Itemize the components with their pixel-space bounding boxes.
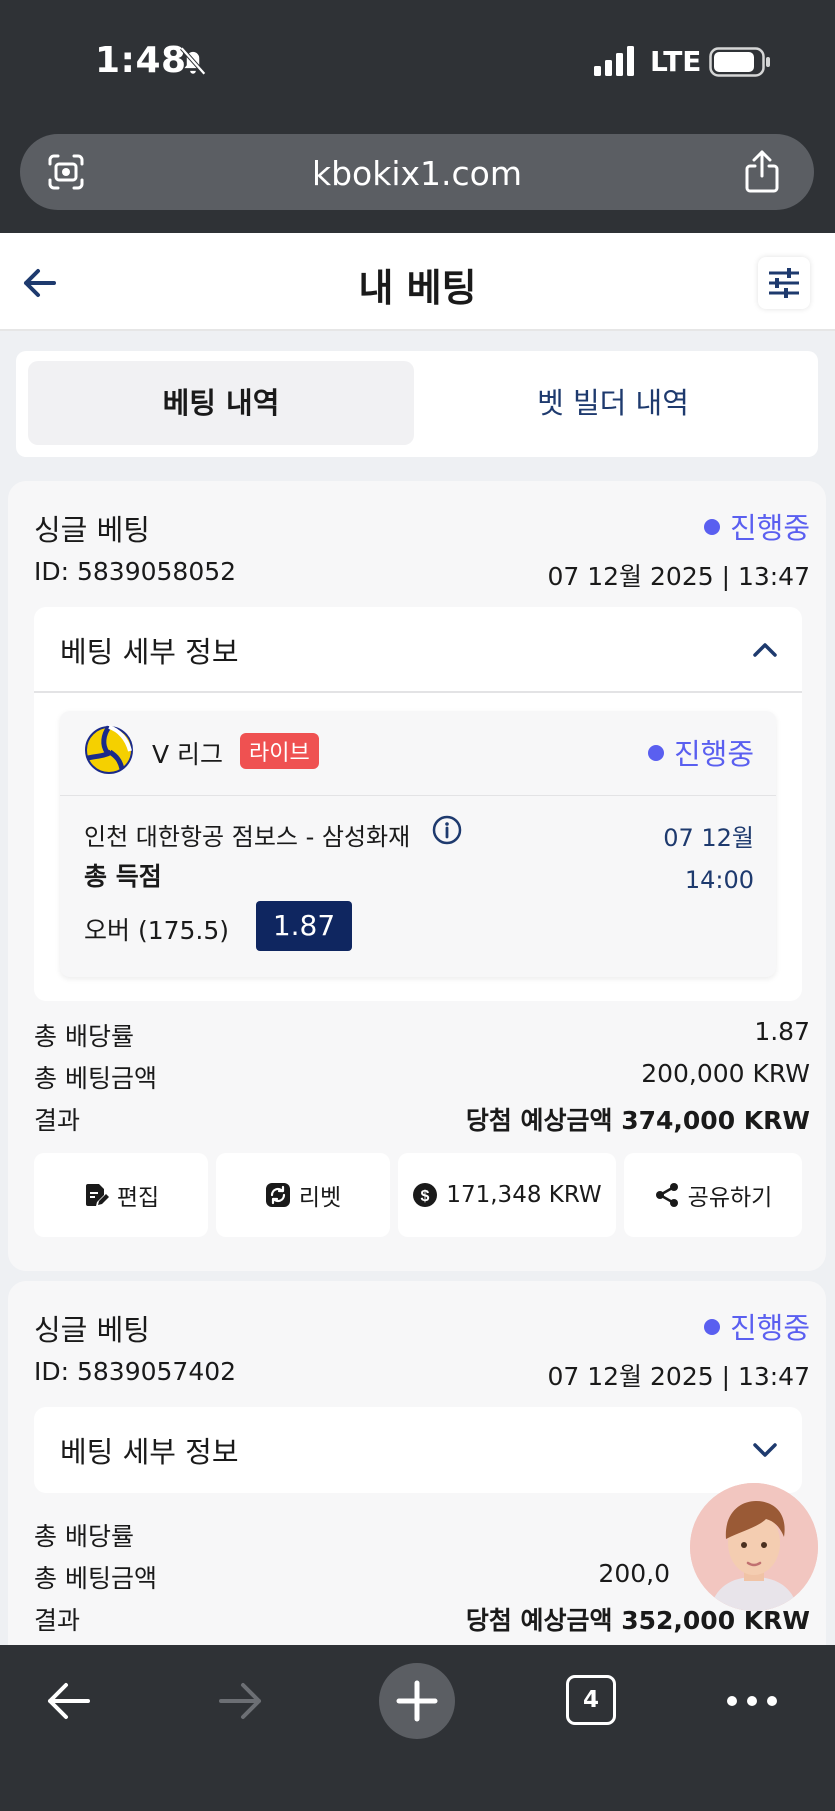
bet-type: 싱글 베팅: [34, 1313, 150, 1347]
browser-back-icon[interactable]: [42, 1675, 94, 1727]
match-teams: 인천 대한항공 점보스 - 삼성화재: [84, 823, 411, 851]
bet-status: 진행중: [703, 505, 810, 547]
bet-status: 진행중: [703, 1305, 810, 1347]
match-time: 14:00: [684, 866, 754, 894]
bet-details-panel: 베팅 세부 정보 V 리그 라이브 진행중 인천 대한항공 점보스 - 삼성화재: [34, 607, 802, 1001]
match-date: 07 12월: [663, 824, 754, 852]
league-name: V 리그: [152, 740, 224, 769]
result-row: 결과 당첨 예상금액 374,000 KRW: [34, 1101, 810, 1143]
status-dot-icon: [647, 745, 664, 761]
rebet-icon: [265, 1183, 290, 1207]
cashout-button[interactable]: $ 171,348 KRW: [398, 1153, 616, 1237]
bet-details-toggle[interactable]: 베팅 세부 정보: [60, 1429, 239, 1471]
browser-forward-icon[interactable]: [215, 1675, 267, 1727]
bet-date: 07 12월 2025 | 13:47: [547, 1362, 810, 1391]
page-header: 내 베팅: [0, 233, 835, 331]
result-value: 당첨 예상금액 374,000 KRW: [465, 1106, 810, 1135]
address-field[interactable]: kbokix1.com: [20, 134, 814, 210]
signal-icon: [594, 46, 634, 76]
rebet-label: 리벳: [298, 1185, 342, 1211]
market-name: 총 득점: [84, 862, 162, 891]
stake-value: 200,000 KRW: [641, 1059, 810, 1088]
status-dot-icon: [703, 1319, 720, 1335]
tab-bet-builder-history[interactable]: 벳 빌더 내역: [420, 361, 806, 445]
history-tabs: 베팅 내역 벳 빌더 내역: [16, 351, 818, 457]
edit-button[interactable]: 편집: [34, 1153, 208, 1237]
page-title: 내 베팅: [358, 266, 477, 310]
divider: [60, 795, 776, 796]
bet-card: 싱글 베팅 진행중 ID: 5839058052 07 12월 2025 | 1…: [8, 481, 826, 1271]
network-label: LTE: [650, 45, 702, 78]
bet-type: 싱글 베팅: [34, 513, 150, 547]
divider: [34, 691, 802, 693]
result-label: 결과: [34, 1106, 81, 1135]
chevron-down-icon[interactable]: [750, 1435, 780, 1465]
selection-pick: 오버 (175.5): [84, 916, 230, 945]
filter-button[interactable]: [758, 257, 810, 309]
browser-toolbar: 4: [0, 1645, 835, 1811]
edit-label: 편집: [116, 1185, 160, 1211]
bet-details-panel: 베팅 세부 정보: [34, 1407, 802, 1493]
share-icon[interactable]: [742, 148, 782, 194]
selection-status: 진행중: [647, 731, 754, 773]
odds-badge: 1.87: [256, 901, 352, 951]
dollar-coin-icon: $: [413, 1183, 438, 1207]
sliders-icon: [769, 268, 799, 298]
status-time: 1:48: [95, 40, 187, 81]
bet-details-toggle[interactable]: 베팅 세부 정보: [60, 629, 239, 671]
total-odds-label: 총 배당률: [34, 1522, 134, 1551]
result-label: 결과: [34, 1606, 81, 1635]
share-nodes-icon: [655, 1183, 678, 1207]
stake-label: 총 베팅금액: [34, 1064, 157, 1093]
bell-muted-icon: [180, 46, 206, 76]
bet-card: 싱글 베팅 진행중 ID: 5839057402 07 12월 2025 | 1…: [8, 1281, 826, 1645]
total-odds-value: 1.87: [754, 1017, 810, 1046]
rebet-button[interactable]: 리벳: [216, 1153, 390, 1237]
status-bar: 1:48 LTE: [0, 0, 835, 125]
edit-document-icon: [85, 1184, 109, 1206]
stake-label: 총 베팅금액: [34, 1564, 157, 1593]
bet-id: ID: 5839057402: [34, 1357, 237, 1386]
status-dot-icon: [703, 519, 720, 535]
new-tab-button[interactable]: [379, 1663, 455, 1739]
support-avatar-button[interactable]: [690, 1483, 818, 1611]
share-label: 공유하기: [687, 1185, 773, 1211]
stake-row: 총 베팅금액 200,000 KRW: [34, 1059, 810, 1101]
bet-id: ID: 5839058052: [34, 557, 237, 586]
stake-value: 200,0: [598, 1559, 670, 1588]
bet-summary: 총 배당률 1.87 총 베팅금액 200,000 KRW 결과 당첨 예상금액…: [34, 1017, 810, 1143]
share-button[interactable]: 공유하기: [624, 1153, 802, 1237]
bet-date: 07 12월 2025 | 13:47: [547, 562, 810, 591]
total-odds-row: 총 배당률 1.87: [34, 1017, 810, 1059]
live-badge: 라이브: [240, 733, 319, 769]
url-text: kbokix1.com: [311, 154, 523, 193]
match-datetime: 07 12월 14:00: [663, 817, 754, 901]
avatar-portrait-icon: [690, 1483, 818, 1611]
chevron-up-icon[interactable]: [750, 635, 780, 665]
battery-icon: [709, 47, 770, 77]
info-icon[interactable]: [432, 815, 462, 845]
tab-switcher-button[interactable]: 4: [566, 1675, 616, 1725]
page-content: 내 베팅 베팅 내역 벳 빌더 내역 싱글 베팅 진행중 ID: 5839058…: [0, 233, 835, 1645]
more-options-icon[interactable]: [724, 1681, 780, 1721]
bet-actions: 편집 리벳 $ 171,348 KRW 공유하기: [34, 1153, 802, 1237]
plus-icon: [396, 1680, 438, 1722]
volleyball-icon: [85, 725, 133, 774]
svg-text:$: $: [421, 1188, 430, 1205]
result-row: 결과 당첨 예상금액 352,000 KRW: [34, 1601, 810, 1643]
cashout-amount: 171,348 KRW: [446, 1182, 602, 1208]
browser-url-bar: kbokix1.com: [0, 125, 835, 233]
selection-card: V 리그 라이브 진행중 인천 대한항공 점보스 - 삼성화재 07 12월 1…: [60, 711, 776, 977]
total-odds-label: 총 배당률: [34, 1022, 134, 1051]
tab-bet-history[interactable]: 베팅 내역: [28, 361, 414, 445]
